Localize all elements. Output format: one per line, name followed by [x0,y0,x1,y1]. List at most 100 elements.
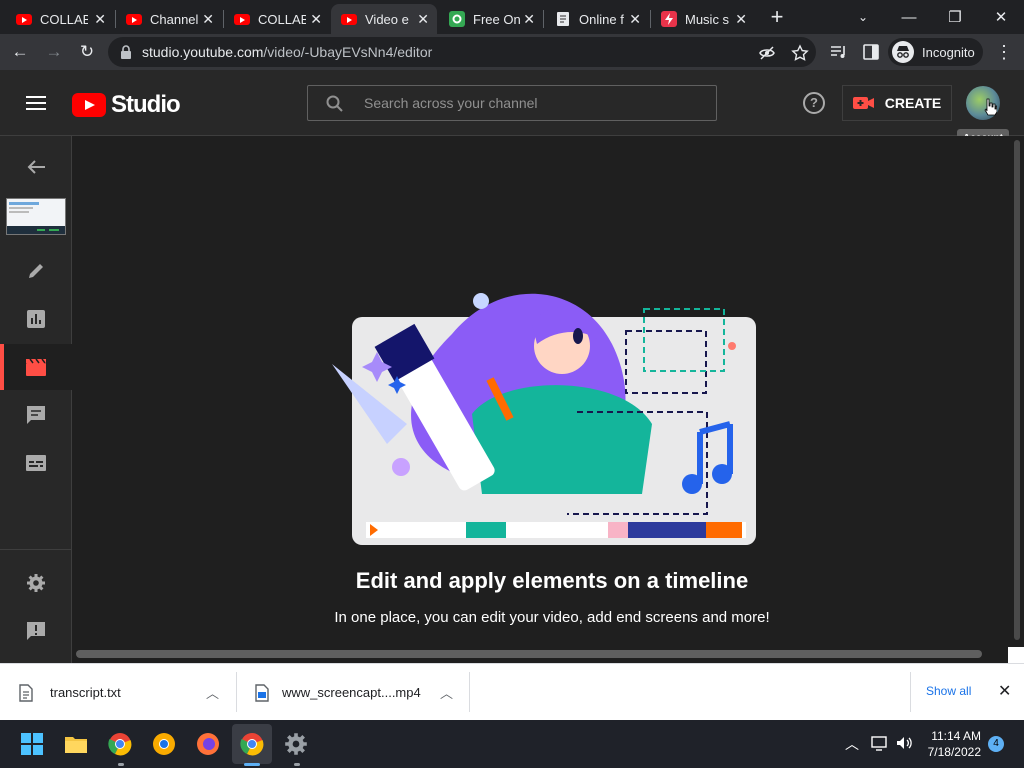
hamburger-menu-icon[interactable] [26,96,46,110]
browser-tab-5[interactable]: Free On ✕ [439,4,543,34]
youtube-icon [126,11,142,27]
browser-tab-7[interactable]: Music s ✕ [651,4,755,34]
tab-title: COLLAB [40,11,88,27]
eye-slash-icon[interactable] [758,44,776,62]
youtube-play-icon [72,93,106,117]
back-arrow-icon[interactable] [0,144,72,190]
chrome-canary-icon[interactable] [152,732,176,756]
browser-toolbar: ← → ↻ studio.youtube.com/video/-UbayEVsN… [0,34,1024,70]
tab-search-chevron-icon[interactable]: ⌄ [840,0,886,34]
search-icon [326,95,343,112]
tab-title: Free On [473,11,521,27]
editor-illustration [332,293,756,545]
close-tab-icon[interactable]: ✕ [629,11,641,28]
youtube-icon [234,11,250,27]
video-file-icon [255,683,269,702]
reload-icon[interactable]: ↻ [75,40,99,64]
editor-heading: Edit and apply elements on a timeline [355,568,749,593]
channel-search[interactable] [307,85,717,121]
close-window-icon[interactable]: ✕ [978,0,1024,34]
close-tab-icon[interactable]: ✕ [735,11,747,28]
browser-tab-6[interactable]: Online f ✕ [545,4,649,34]
chevron-up-icon[interactable]: ︿ [206,683,219,702]
download-item-video[interactable]: www_screencapt....mp4 [254,664,421,721]
create-button[interactable]: CREATE [842,85,952,121]
chrome-icon[interactable] [108,732,132,756]
youtube-studio-logo[interactable]: Studio [72,91,181,119]
subtitles-icon[interactable] [0,440,72,486]
url-text: studio.youtube.com/video/-UbayEVsNn4/edi… [142,44,432,60]
firefox-icon[interactable] [196,732,220,756]
youtube-icon [341,11,357,27]
studio-header: Studio ? CREATE [0,70,1024,136]
file-explorer-icon[interactable] [64,732,88,756]
close-download-shelf-icon[interactable]: ✕ [998,681,1011,701]
editor-main-area: Edit and apply elements on a timeline In… [72,136,1024,663]
hand-cursor-icon [984,98,997,116]
tab-title: Online f [579,11,624,27]
windows-taskbar: ︿ 11:14 AM 7/18/2022 4 [0,720,1024,768]
green-app-icon [449,11,465,27]
chevron-up-icon[interactable]: ︿ [440,683,453,702]
close-tab-icon[interactable]: ✕ [523,11,535,28]
clock-date: 7/18/2022 [927,745,981,759]
close-tab-icon[interactable]: ✕ [94,11,106,28]
url-path: /video/-UbayEVsNn4/editor [263,44,433,60]
video-thumbnail[interactable] [6,198,66,235]
incognito-indicator[interactable]: Incognito [888,38,983,66]
help-icon[interactable]: ? [803,92,825,114]
download-item-transcript[interactable]: transcript.txt [18,664,121,721]
tab-title: Channel [150,11,198,27]
analytics-icon[interactable] [0,296,72,342]
volume-icon[interactable] [895,735,913,751]
tab-title: COLLAB [258,11,306,27]
back-icon[interactable]: ← [8,40,32,64]
create-video-icon [852,97,874,109]
forward-icon[interactable]: → [42,40,66,64]
chrome-active-icon[interactable] [240,732,264,756]
logo-text: Studio [111,91,181,118]
tab-title: Video e [365,11,409,27]
system-clock[interactable]: 11:14 AM 7/18/2022 [925,728,981,760]
browser-tab-3[interactable]: COLLAB ✕ [224,4,330,34]
text-file-icon [19,683,33,702]
editor-subheading: In one place, you can edit your video, a… [334,609,770,626]
bookmark-star-icon[interactable] [791,44,809,62]
windows-start-icon[interactable] [20,732,44,756]
media-queue-icon[interactable] [830,44,848,60]
download-filename: www_screencapt....mp4 [282,685,421,700]
close-tab-icon[interactable]: ✕ [310,11,322,28]
network-icon[interactable] [871,735,889,751]
comments-icon[interactable] [0,392,72,438]
new-tab-plus-icon[interactable]: + [754,0,800,34]
create-label: CREATE [884,95,942,111]
settings-gear-icon[interactable] [0,560,72,606]
clock-time: 11:14 AM [931,729,981,743]
minimize-icon[interactable]: — [886,0,932,34]
notification-count-badge[interactable]: 4 [988,736,1004,752]
show-all-downloads-link[interactable]: Show all [926,684,971,698]
close-tab-icon[interactable]: ✕ [202,11,214,28]
address-bar[interactable]: studio.youtube.com/video/-UbayEVsNn4/edi… [108,37,816,67]
browser-tab-active[interactable]: Video e ✕ [331,4,437,34]
lightning-icon [661,11,677,27]
browser-tab-1[interactable]: COLLAB ✕ [6,4,114,34]
close-tab-icon[interactable]: ✕ [417,11,429,28]
browser-tab-strip: COLLAB ✕ Channel ✕ COLLAB ✕ Video e ✕ Fr… [0,0,1024,34]
left-navigation-rail [0,136,72,663]
side-panel-icon[interactable] [863,44,879,60]
browser-tab-2[interactable]: Channel ✕ [116,4,222,34]
incognito-label: Incognito [922,44,975,60]
restore-icon[interactable]: ❐ [932,0,978,34]
editor-clapper-icon[interactable] [0,344,72,390]
horizontal-scrollbar[interactable] [76,650,982,658]
youtube-icon [16,11,32,27]
vertical-scrollbar[interactable] [1014,140,1020,640]
settings-icon[interactable] [284,732,308,756]
browser-menu-icon[interactable]: ⋮ [992,40,1016,64]
download-shelf: transcript.txt ︿ www_screencapt....mp4 ︿… [0,663,1024,720]
tray-chevron-up-icon[interactable]: ︿ [845,734,859,754]
feedback-icon[interactable] [0,608,72,654]
details-pencil-icon[interactable] [0,248,72,294]
search-input[interactable] [364,93,704,113]
